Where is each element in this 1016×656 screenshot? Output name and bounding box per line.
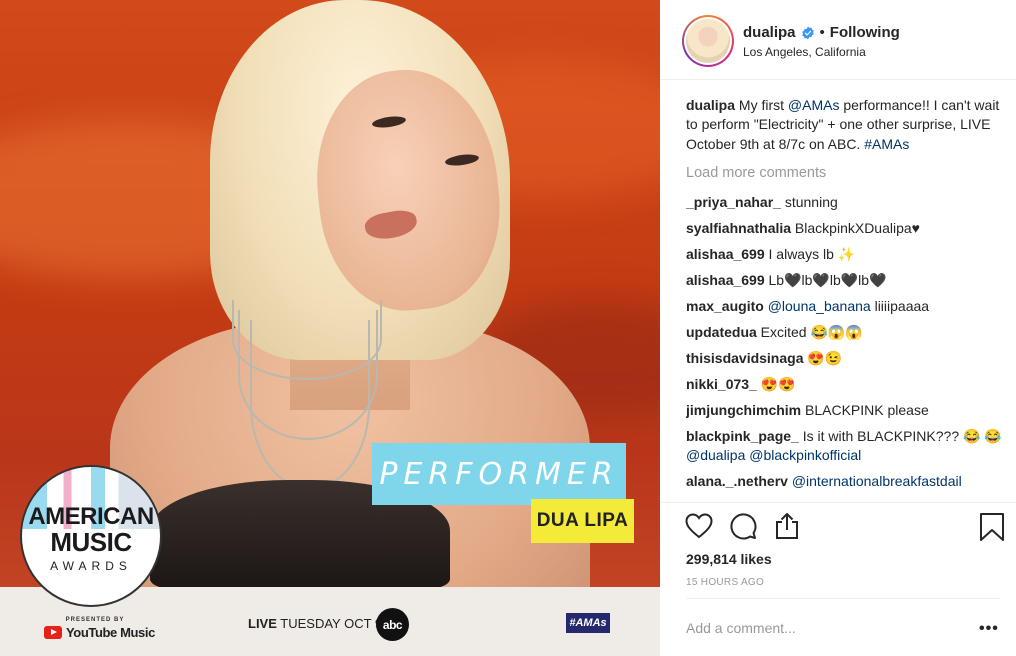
comment-username[interactable]: jimjungchimchim (686, 402, 801, 418)
list-item: alana._.netherv @internationalbreakfastd… (686, 472, 1004, 491)
actions-divider (660, 502, 1016, 503)
comment-text: I always lb ✨ (764, 245, 856, 262)
header-username[interactable]: dualipa (743, 24, 796, 41)
comment-mention-link[interactable]: @dualipa (686, 447, 745, 463)
live-label: LIVE (248, 616, 277, 631)
add-comment-input[interactable]: Add a comment... (686, 620, 796, 636)
photo-necklace (250, 320, 370, 490)
list-item: jimjungchimchim BLACKPINK please (686, 401, 1004, 420)
comment-username[interactable]: alana._.netherv (686, 473, 788, 489)
comment-username[interactable]: _priya_nahar_ (686, 194, 781, 210)
comment-username[interactable]: updatedua (686, 324, 757, 340)
list-item: nikki_073_ 😍😍 (686, 375, 1004, 394)
comment-username[interactable]: alishaa_699 (686, 272, 765, 288)
post-header: dualipa • Following Los Angeles, Califor… (660, 0, 1016, 80)
abc-logo: abc (376, 608, 409, 641)
separator-dot: • (819, 24, 825, 41)
list-item: alishaa_699 Lb🖤lb🖤lb🖤lb🖤 (686, 271, 1004, 290)
post-side-panel: dualipa • Following Los Angeles, Califor… (660, 0, 1016, 656)
comment-username[interactable]: thisisdavidsinaga (686, 350, 803, 366)
artist-name-label: DUA LIPA (536, 510, 629, 531)
list-item: thisisdavidsinaga 😍😉 (686, 349, 1004, 368)
comment-mention-link[interactable]: @internationalbreakfastdail (792, 473, 962, 489)
comment-text: Is it with BLACKPINK??? 😂 😂 (798, 427, 1002, 444)
comment-text: stunning (780, 193, 838, 210)
comment-icon (730, 513, 757, 540)
following-button[interactable]: Following (830, 24, 900, 41)
caption-text: My first (735, 97, 788, 113)
comment-username[interactable]: blackpink_page_ (686, 428, 799, 444)
youtube-play-icon (44, 626, 62, 639)
performer-label: PERFORMER (379, 456, 619, 492)
comment-input-divider (686, 598, 1000, 599)
artist-name-banner: DUA LIPA (531, 499, 634, 543)
list-item: alishaa_699 I always lb ✨ (686, 245, 1004, 264)
more-options-icon[interactable]: ••• (979, 620, 999, 638)
comment-text: Lb🖤lb🖤lb🖤lb🖤 (764, 271, 887, 288)
likes-count[interactable]: 299,814 likes (686, 551, 772, 567)
caption-hashtag-link[interactable]: #AMAs (864, 136, 909, 152)
load-more-comments-button[interactable]: Load more comments (686, 164, 1004, 183)
broadcast-info: LIVE TUESDAY OCT 9 (248, 616, 382, 631)
comment-username[interactable]: alishaa_699 (686, 246, 765, 262)
caption-username[interactable]: dualipa (686, 97, 735, 113)
logo-line-music: MUSIC (50, 527, 132, 557)
sponsor-name: YouTube Music (66, 625, 155, 640)
verified-badge-icon (801, 26, 814, 39)
youtube-music-logo: YouTube Music (44, 625, 155, 640)
comment-button[interactable] (728, 511, 758, 541)
presented-by-label: PRESENTED BY (65, 617, 125, 623)
list-item: _priya_nahar_ stunning (686, 193, 1004, 212)
bookmark-icon[interactable] (979, 512, 1005, 542)
post-image[interactable]: PERFORMER DUA LIPA PRESENTED BY YouTube … (0, 0, 660, 656)
logo-line-awards: AWARDS (50, 559, 132, 573)
share-icon (776, 513, 798, 539)
comment-username[interactable]: syalfiahnathalia (686, 220, 791, 236)
share-button[interactable] (772, 511, 802, 541)
location-link[interactable]: Los Angeles, California (743, 45, 866, 59)
list-item: blackpink_page_ Is it with BLACKPINK??? … (686, 427, 1004, 466)
like-button[interactable] (684, 511, 714, 541)
comment-text: BlackpinkXDualipa♥ (791, 219, 920, 236)
comment-username[interactable]: nikki_073_ (686, 376, 757, 392)
heart-icon (685, 513, 713, 539)
post-caption: dualipa My first @AMAs performance!! I c… (686, 96, 1004, 154)
comment-mention-link[interactable]: @louna_banana (768, 298, 871, 314)
action-bar (684, 511, 802, 541)
caption-mention-link[interactable]: @AMAs (788, 97, 840, 113)
american-music-awards-logo: AMERICAN MUSIC AWARDS (20, 465, 162, 607)
list-item: max_augito @louna_banana liiiipaaaa (686, 297, 1004, 316)
comments-list[interactable]: dualipa My first @AMAs performance!! I c… (686, 96, 1004, 502)
comment-username[interactable]: max_augito (686, 298, 764, 314)
comment-mention-link[interactable]: @blackpinkofficial (749, 447, 861, 463)
header-user-line: dualipa • Following (743, 24, 900, 41)
post-timestamp[interactable]: 15 HOURS AGO (686, 577, 764, 588)
comment-text: 😍😉 (803, 349, 843, 366)
story-ring[interactable] (682, 15, 734, 67)
comment-text: Excited 😂😱😱 (756, 323, 863, 340)
broadcast-date: TUESDAY OCT 9 (280, 616, 383, 631)
comment-text: 😍😍 (756, 375, 796, 392)
comment-text: BLACKPINK please (801, 401, 929, 418)
list-item: syalfiahnathalia BlackpinkXDualipa♥ (686, 219, 1004, 238)
avatar-frame (684, 17, 732, 65)
performer-banner: PERFORMER (372, 443, 626, 505)
avatar[interactable] (686, 19, 730, 63)
amas-hashtag-badge: #AMAs (566, 613, 610, 633)
list-item: updatedua Excited 😂😱😱 (686, 323, 1004, 342)
comment-text: liiiipaaaa (870, 297, 930, 314)
